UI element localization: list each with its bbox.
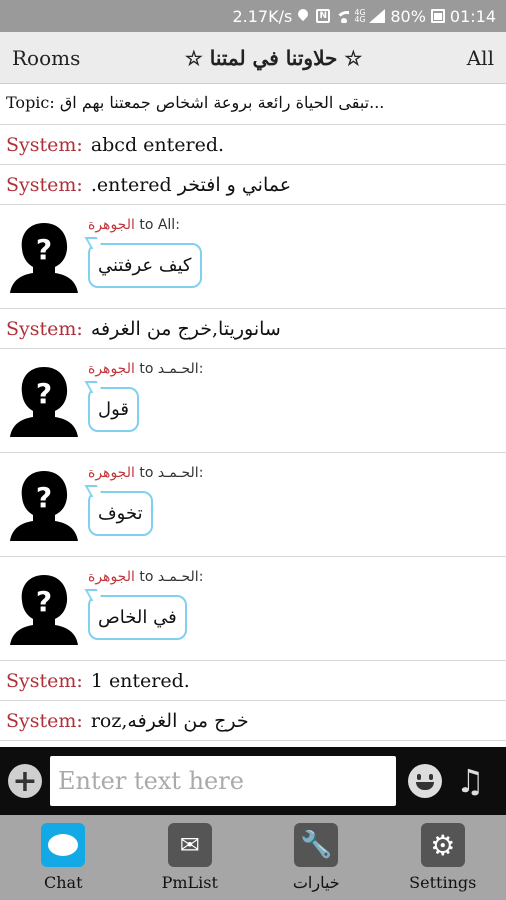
recipient-name: الحـمـد: <box>157 569 204 585</box>
message-bubble[interactable]: قول <box>88 387 139 432</box>
chat-message: ? الجوهرة to الحـمـد: تخوف <box>0 453 506 557</box>
message-meta: الجوهرة to الحـمـد: <box>88 569 500 585</box>
recipient-name: الحـمـد: <box>157 361 204 377</box>
anonymous-avatar-icon[interactable]: ? <box>6 569 82 645</box>
phone-mail-icon: ✉ <box>167 823 212 867</box>
recipient-name: All: <box>157 217 180 233</box>
network-type-label: 4G 4G <box>354 8 366 24</box>
tab-options[interactable]: 🔧 خيارات <box>253 815 380 900</box>
system-label: System: <box>6 669 83 692</box>
system-message: System: سانوريتا,خرج من الغرفه <box>0 309 506 349</box>
anonymous-avatar-icon[interactable]: ? <box>6 361 82 437</box>
anonymous-avatar-icon[interactable]: ? <box>6 465 82 541</box>
chat-message: ? الجوهرة to الحـمـد: في الخاص <box>0 557 506 661</box>
chat-list[interactable]: Topic: تبقى الحياة رائعة بروعة اشخاص جمع… <box>0 85 506 747</box>
message-body: الجوهرة to الحـمـد: في الخاص <box>88 565 500 652</box>
network-speed: 2.17K/s <box>232 6 293 26</box>
tab-label: PmList <box>161 873 218 892</box>
svg-text:?: ? <box>36 585 52 618</box>
signal-icon <box>369 9 386 23</box>
system-message: System: abcd entered. <box>0 125 506 165</box>
nfc-icon: N <box>316 9 331 23</box>
gear-icon: ⚙ <box>420 823 465 867</box>
wrench-icon: 🔧 <box>294 823 339 867</box>
message-body: الجوهرة to الحـمـد: تخوف <box>88 461 500 548</box>
bottom-tab-bar: Chat ✉ PmList 🔧 خيارات ⚙ Settings <box>0 815 506 900</box>
sender-name[interactable]: الجوهرة <box>88 465 135 481</box>
battery-percent: 80% <box>390 6 426 26</box>
message-body: الجوهرة to الحـمـد: قول <box>88 357 500 444</box>
music-note-icon[interactable]: ♫ <box>456 762 485 800</box>
battery-icon <box>430 9 445 23</box>
rooms-button[interactable]: Rooms <box>12 46 80 70</box>
system-label: System: <box>6 317 83 340</box>
chat-message: ? الجوهرة to All: كيف عرفتني <box>0 205 506 309</box>
message-input-bar: + ♫ <box>0 747 506 815</box>
message-body: الجوهرة to All: كيف عرفتني <box>88 213 500 300</box>
svg-text:?: ? <box>36 233 52 266</box>
topic-row: Topic: تبقى الحياة رائعة بروعة اشخاص جمع… <box>0 85 506 125</box>
tab-settings[interactable]: ⚙ Settings <box>380 815 506 900</box>
system-message: System: .entered عماني و افتخر <box>0 165 506 205</box>
sender-name[interactable]: الجوهرة <box>88 569 135 585</box>
status-bar: 2.17K/s N 4G 4G 80% 01:14 <box>0 0 506 32</box>
to-label: to <box>139 569 154 585</box>
tab-pmlist[interactable]: ✉ PmList <box>127 815 254 900</box>
message-bubble[interactable]: كيف عرفتني <box>88 243 202 288</box>
to-label: to <box>139 217 154 233</box>
message-input[interactable] <box>50 756 396 806</box>
anonymous-avatar-icon[interactable]: ? <box>6 217 82 293</box>
location-icon <box>297 9 311 23</box>
system-text: roz,خرج من الغرفه <box>90 709 249 732</box>
system-text: سانوريتا,خرج من الغرفه <box>90 317 281 340</box>
system-label: System: <box>6 709 83 732</box>
topic-label: Topic: <box>6 93 55 112</box>
svg-text:?: ? <box>36 481 52 514</box>
wifi-icon <box>335 9 350 23</box>
message-bubble[interactable]: تخوف <box>88 491 153 536</box>
system-text: .entered عماني و افتخر <box>90 173 292 196</box>
to-label: to <box>139 361 154 377</box>
message-meta: الجوهرة to الحـمـد: <box>88 361 500 377</box>
room-header: Rooms ☆ حلاوتنا في لمتنا ☆ All <box>0 32 506 84</box>
system-label: System: <box>6 133 83 156</box>
system-text: 1 entered. <box>90 669 190 692</box>
tab-chat[interactable]: Chat <box>0 815 127 900</box>
system-text: abcd entered. <box>90 133 225 156</box>
topic-text: تبقى الحياة رائعة بروعة اشخاص جمعتنا بهم… <box>59 93 385 112</box>
system-message: System: 1 entered. <box>0 661 506 701</box>
system-label: System: <box>6 173 83 196</box>
message-bubble[interactable]: في الخاص <box>88 595 187 640</box>
message-meta: الجوهرة to All: <box>88 217 500 233</box>
all-button[interactable]: All <box>467 46 494 70</box>
clock: 01:14 <box>449 6 496 26</box>
chat-message: ? الجوهرة to الحـمـد: قول <box>0 349 506 453</box>
chat-bubble-icon <box>41 823 86 867</box>
emoji-icon[interactable] <box>408 764 442 798</box>
message-meta: الجوهرة to الحـمـد: <box>88 465 500 481</box>
svg-text:?: ? <box>36 377 52 410</box>
to-label: to <box>139 465 154 481</box>
add-attachment-icon[interactable]: + <box>8 764 42 799</box>
recipient-name: الحـمـد: <box>157 465 204 481</box>
tab-label: Chat <box>43 873 83 892</box>
tab-label: Settings <box>409 873 477 892</box>
tab-label: خيارات <box>292 873 340 892</box>
sender-name[interactable]: الجوهرة <box>88 361 135 377</box>
sender-name[interactable]: الجوهرة <box>88 217 135 233</box>
room-title: ☆ حلاوتنا في لمتنا ☆ <box>184 45 363 70</box>
system-message: System: roz,خرج من الغرفه <box>0 701 506 741</box>
